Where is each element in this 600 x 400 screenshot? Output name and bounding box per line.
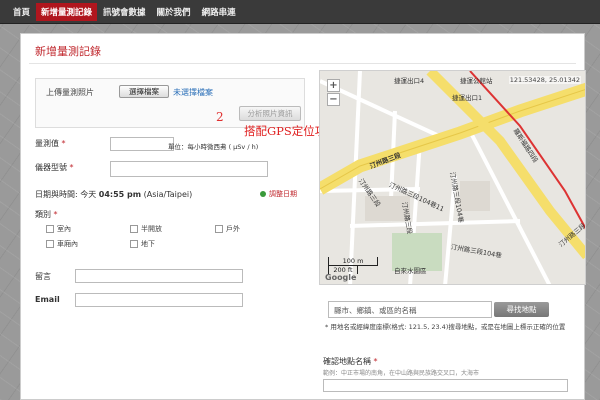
map-zoom-control: + − — [327, 79, 340, 107]
location-search-input[interactable]: 縣市、鄉鎮、或區的名稱 — [328, 301, 492, 318]
search-hint: * 用地名或經緯度座標(格式: 121.5, 23.4)搜尋地點，或是在地圖上標… — [325, 323, 566, 331]
main-panel: 新增量測記錄 上傳量測照片 選擇檔案 未選擇檔案 2 分析照片資訊 搭配GPS定… — [20, 33, 586, 400]
device-label: 儀器型號 * — [35, 163, 74, 172]
confirm-location-example: 範例：中正市場的南角，在中山路與民族路交叉口，大海市 — [323, 370, 480, 377]
category-underground[interactable]: 地下 — [130, 239, 155, 249]
choose-file-button[interactable]: 選擇檔案 — [119, 85, 169, 98]
adjust-date-icon — [260, 191, 266, 197]
category-indoor[interactable]: 室內 — [46, 224, 71, 234]
checkbox-icon[interactable] — [130, 240, 138, 248]
map-coordinates: 121.53428, 25.01342 — [508, 76, 581, 84]
map-view[interactable]: + − 121.53428, 25.01342 捷運出口4 捷運公館站 捷運出口… — [319, 70, 586, 285]
page-title: 新增量測記錄 — [35, 45, 101, 58]
checkbox-icon[interactable] — [46, 225, 54, 233]
category-outdoor[interactable]: 戶外 — [215, 224, 240, 234]
map-label-water-park: 自來水園區 — [394, 267, 427, 275]
message-label: 留言 — [35, 272, 51, 281]
measure-input[interactable] — [110, 137, 174, 151]
category-semi-open[interactable]: 半開放 — [130, 224, 162, 234]
device-input[interactable] — [110, 161, 268, 177]
checkbox-icon[interactable] — [215, 225, 223, 233]
title-divider — [29, 63, 576, 64]
nav-home[interactable]: 首頁 — [8, 3, 35, 21]
confirm-location-input[interactable] — [323, 379, 568, 392]
map-label-station-exit1: 捷運出口1 — [452, 94, 483, 102]
checkbox-icon[interactable] — [130, 225, 138, 233]
google-logo: Google — [325, 273, 357, 282]
measure-label: 量測值 * — [35, 139, 66, 148]
datetime-text: 日期與時間: 今天 04:55 pm (Asia/Taipei) — [35, 190, 193, 199]
category-label: 類別 * — [35, 210, 58, 219]
annotation-number: 2 — [216, 110, 224, 124]
map-label-gongguan-station: 捷運公館站 — [460, 77, 493, 85]
no-file-text: 未選擇檔案 — [173, 88, 213, 97]
category-in-vehicle[interactable]: 車廂內 — [46, 239, 78, 249]
nav-data[interactable]: 訊號會數據 — [98, 3, 151, 21]
email-input[interactable] — [75, 293, 243, 307]
analyze-photo-button[interactable]: 分析照片資訊 — [239, 106, 301, 121]
email-label: Email — [35, 295, 60, 304]
upload-label: 上傳量測照片 — [46, 88, 94, 97]
top-navigation: 首頁 新增量測記錄 訊號會數據 關於我們 網路串連 — [0, 0, 600, 24]
message-input[interactable] — [75, 269, 243, 283]
map-label-station-exit4: 捷運出口4 — [394, 77, 425, 85]
zoom-in-button[interactable]: + — [327, 79, 340, 92]
zoom-out-button[interactable]: − — [327, 93, 340, 106]
nav-add-record[interactable]: 新增量測記錄 — [36, 2, 98, 21]
map-scale: 100 m 200 ft — [328, 257, 378, 274]
adjust-date-link[interactable]: 調整日期 — [260, 189, 297, 199]
confirm-location-label: 確認地點名稱 * — [323, 357, 378, 366]
checkbox-icon[interactable] — [46, 240, 54, 248]
nav-links[interactable]: 網路串連 — [197, 3, 241, 21]
unit-text: 單位：每小時微西弗 ( μSv / h) — [168, 143, 259, 151]
find-location-button[interactable]: 尋找地點 — [494, 302, 549, 317]
nav-about[interactable]: 關於我們 — [152, 3, 196, 21]
